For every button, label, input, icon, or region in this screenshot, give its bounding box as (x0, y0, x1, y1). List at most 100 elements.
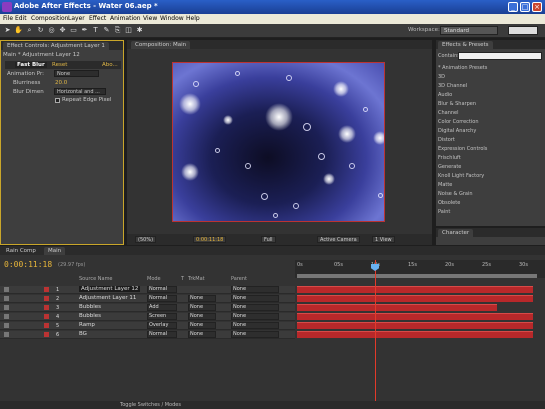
menu-animation[interactable]: Animation (110, 15, 141, 22)
current-time-indicator[interactable] (375, 260, 376, 409)
eraser-tool-icon[interactable]: ◫ (124, 26, 133, 35)
composition-viewer[interactable] (172, 62, 385, 222)
table-row[interactable]: 6 BG Normal None None (0, 331, 295, 339)
layer-name[interactable]: Bubbles (79, 304, 101, 310)
label-color-swatch[interactable] (44, 296, 49, 301)
table-row[interactable]: 3 Bubbles Add None None (0, 304, 295, 312)
effect-reset-link[interactable]: Reset (52, 62, 67, 68)
table-row[interactable]: 4 Bubbles Screen None None (0, 313, 295, 321)
layer-parent-dropdown[interactable]: None (231, 295, 279, 302)
fx-category[interactable]: Expression Controls (438, 146, 487, 152)
fx-category[interactable]: Blur & Sharpen (438, 101, 476, 107)
fx-category[interactable]: Generate (438, 164, 461, 170)
fx-category[interactable]: Matte (438, 182, 452, 188)
menu-edit[interactable]: Edit (15, 15, 27, 22)
camera-dropdown[interactable]: Active Camera (317, 236, 360, 243)
selection-tool-icon[interactable]: ➤ (3, 26, 12, 35)
fx-category[interactable]: Digital Anarchy (438, 128, 476, 134)
tab-composition-main[interactable]: Composition: Main (131, 41, 191, 49)
layer-name[interactable]: Bubbles (79, 313, 101, 319)
label-color-swatch[interactable] (44, 305, 49, 310)
effect-name-fast-blur[interactable]: Fast Blur (15, 62, 47, 68)
visibility-eye-icon[interactable] (4, 287, 9, 292)
layer-trkmat-dropdown[interactable]: None (188, 331, 216, 338)
mask-tool-icon[interactable]: ▭ (69, 26, 78, 35)
repeat-edge-checkbox[interactable] (55, 98, 60, 103)
layer-mode-dropdown[interactable]: Screen (147, 313, 177, 320)
visibility-eye-icon[interactable] (4, 323, 9, 328)
layer-mode-dropdown[interactable]: Normal (147, 286, 177, 293)
magnification-dropdown[interactable]: (50%) (135, 236, 157, 243)
comp-timecode[interactable]: 0:00:11:18 (193, 236, 227, 243)
puppet-tool-icon[interactable]: ✱ (135, 26, 144, 35)
table-row[interactable]: 1 Adjustment Layer 12 Normal None (0, 286, 295, 294)
fx-category[interactable]: Color Correction (438, 119, 479, 125)
fx-category[interactable]: Noise & Grain (438, 191, 473, 197)
label-color-swatch[interactable] (44, 314, 49, 319)
visibility-eye-icon[interactable] (4, 314, 9, 319)
menu-effect[interactable]: Effect (89, 15, 106, 22)
layer-parent-dropdown[interactable]: None (231, 331, 279, 338)
label-color-swatch[interactable] (44, 287, 49, 292)
blur-dimensions-dropdown[interactable]: Horizontal and ... (54, 88, 106, 95)
label-color-swatch[interactable] (44, 332, 49, 337)
rotate-tool-icon[interactable]: ↻ (36, 26, 45, 35)
blurriness-value[interactable]: 20.0 (55, 80, 67, 86)
menu-help[interactable]: Help (186, 15, 200, 22)
table-row[interactable]: 5 Ramp Overlay None None (0, 322, 295, 330)
fx-category[interactable]: Distort (438, 137, 455, 143)
layer-trkmat-dropdown[interactable]: None (188, 304, 216, 311)
layer-trkmat-dropdown[interactable]: None (188, 322, 216, 329)
visibility-eye-icon[interactable] (4, 332, 9, 337)
fx-category[interactable]: Frischluft (438, 155, 461, 161)
fx-category[interactable]: 3D Channel (438, 83, 467, 89)
layer-duration-bar[interactable] (297, 295, 533, 302)
menu-composition[interactable]: Composition (31, 15, 68, 22)
work-area-bar[interactable] (297, 274, 537, 278)
fx-category[interactable]: Paint (438, 209, 450, 215)
layer-parent-dropdown[interactable]: None (231, 322, 279, 329)
layer-name[interactable]: BG (79, 331, 87, 337)
label-color-swatch[interactable] (44, 323, 49, 328)
layer-mode-dropdown[interactable]: Overlay (147, 322, 177, 329)
animation-presets-dropdown[interactable]: None (54, 70, 99, 77)
layer-parent-dropdown[interactable]: None (231, 304, 279, 311)
timeline-timecode[interactable]: 0:00:11:18 (4, 260, 52, 269)
close-button[interactable]: × (532, 2, 542, 12)
hand-tool-icon[interactable]: ✋ (14, 26, 23, 35)
layer-name[interactable]: Ramp (79, 322, 95, 328)
visibility-eye-icon[interactable] (4, 305, 9, 310)
layer-duration-bar[interactable] (297, 322, 533, 329)
layer-trkmat-dropdown[interactable]: None (188, 313, 216, 320)
tab-rain-comp[interactable]: Rain Comp (2, 247, 40, 255)
menu-window[interactable]: Window (160, 15, 184, 22)
tab-effect-controls[interactable]: Effect Controls: Adjustment Layer 1 (3, 42, 109, 50)
layer-parent-dropdown[interactable]: None (231, 313, 279, 320)
menu-file[interactable]: File (3, 15, 13, 22)
fx-category[interactable]: * Animation Presets (438, 65, 487, 71)
text-tool-icon[interactable]: T (91, 26, 100, 35)
brush-tool-icon[interactable]: ✎ (102, 26, 111, 35)
camera-tool-icon[interactable]: ◎ (47, 26, 56, 35)
tab-character[interactable]: Character (438, 229, 474, 237)
layer-mode-dropdown[interactable]: Add (147, 304, 177, 311)
menu-layer[interactable]: Layer (68, 15, 85, 22)
layer-name[interactable]: Adjustment Layer 12 (79, 286, 141, 292)
clone-tool-icon[interactable]: ⎘ (113, 26, 122, 35)
layer-duration-bar[interactable] (297, 304, 497, 311)
visibility-eye-icon[interactable] (4, 296, 9, 301)
zoom-tool-icon[interactable]: ⌕ (25, 26, 34, 35)
fx-category[interactable]: Obsolete (438, 200, 460, 206)
fx-category[interactable]: Audio (438, 92, 452, 98)
resolution-dropdown[interactable]: Full (261, 236, 276, 243)
pen-tool-icon[interactable]: ✒ (80, 26, 89, 35)
layer-duration-bar[interactable] (297, 331, 533, 338)
effects-search-input[interactable] (458, 52, 542, 60)
views-dropdown[interactable]: 1 View (372, 236, 395, 243)
tab-effects-presets[interactable]: Effects & Presets (438, 41, 493, 49)
toggle-switches-modes-button[interactable]: Toggle Switches / Modes (120, 402, 181, 408)
fx-category[interactable]: Knoll Light Factory (438, 173, 484, 179)
tab-main[interactable]: Main (44, 247, 66, 255)
table-row[interactable]: 2 Adjustment Layer 11 Normal None None (0, 295, 295, 303)
search-help-input[interactable] (508, 26, 538, 35)
